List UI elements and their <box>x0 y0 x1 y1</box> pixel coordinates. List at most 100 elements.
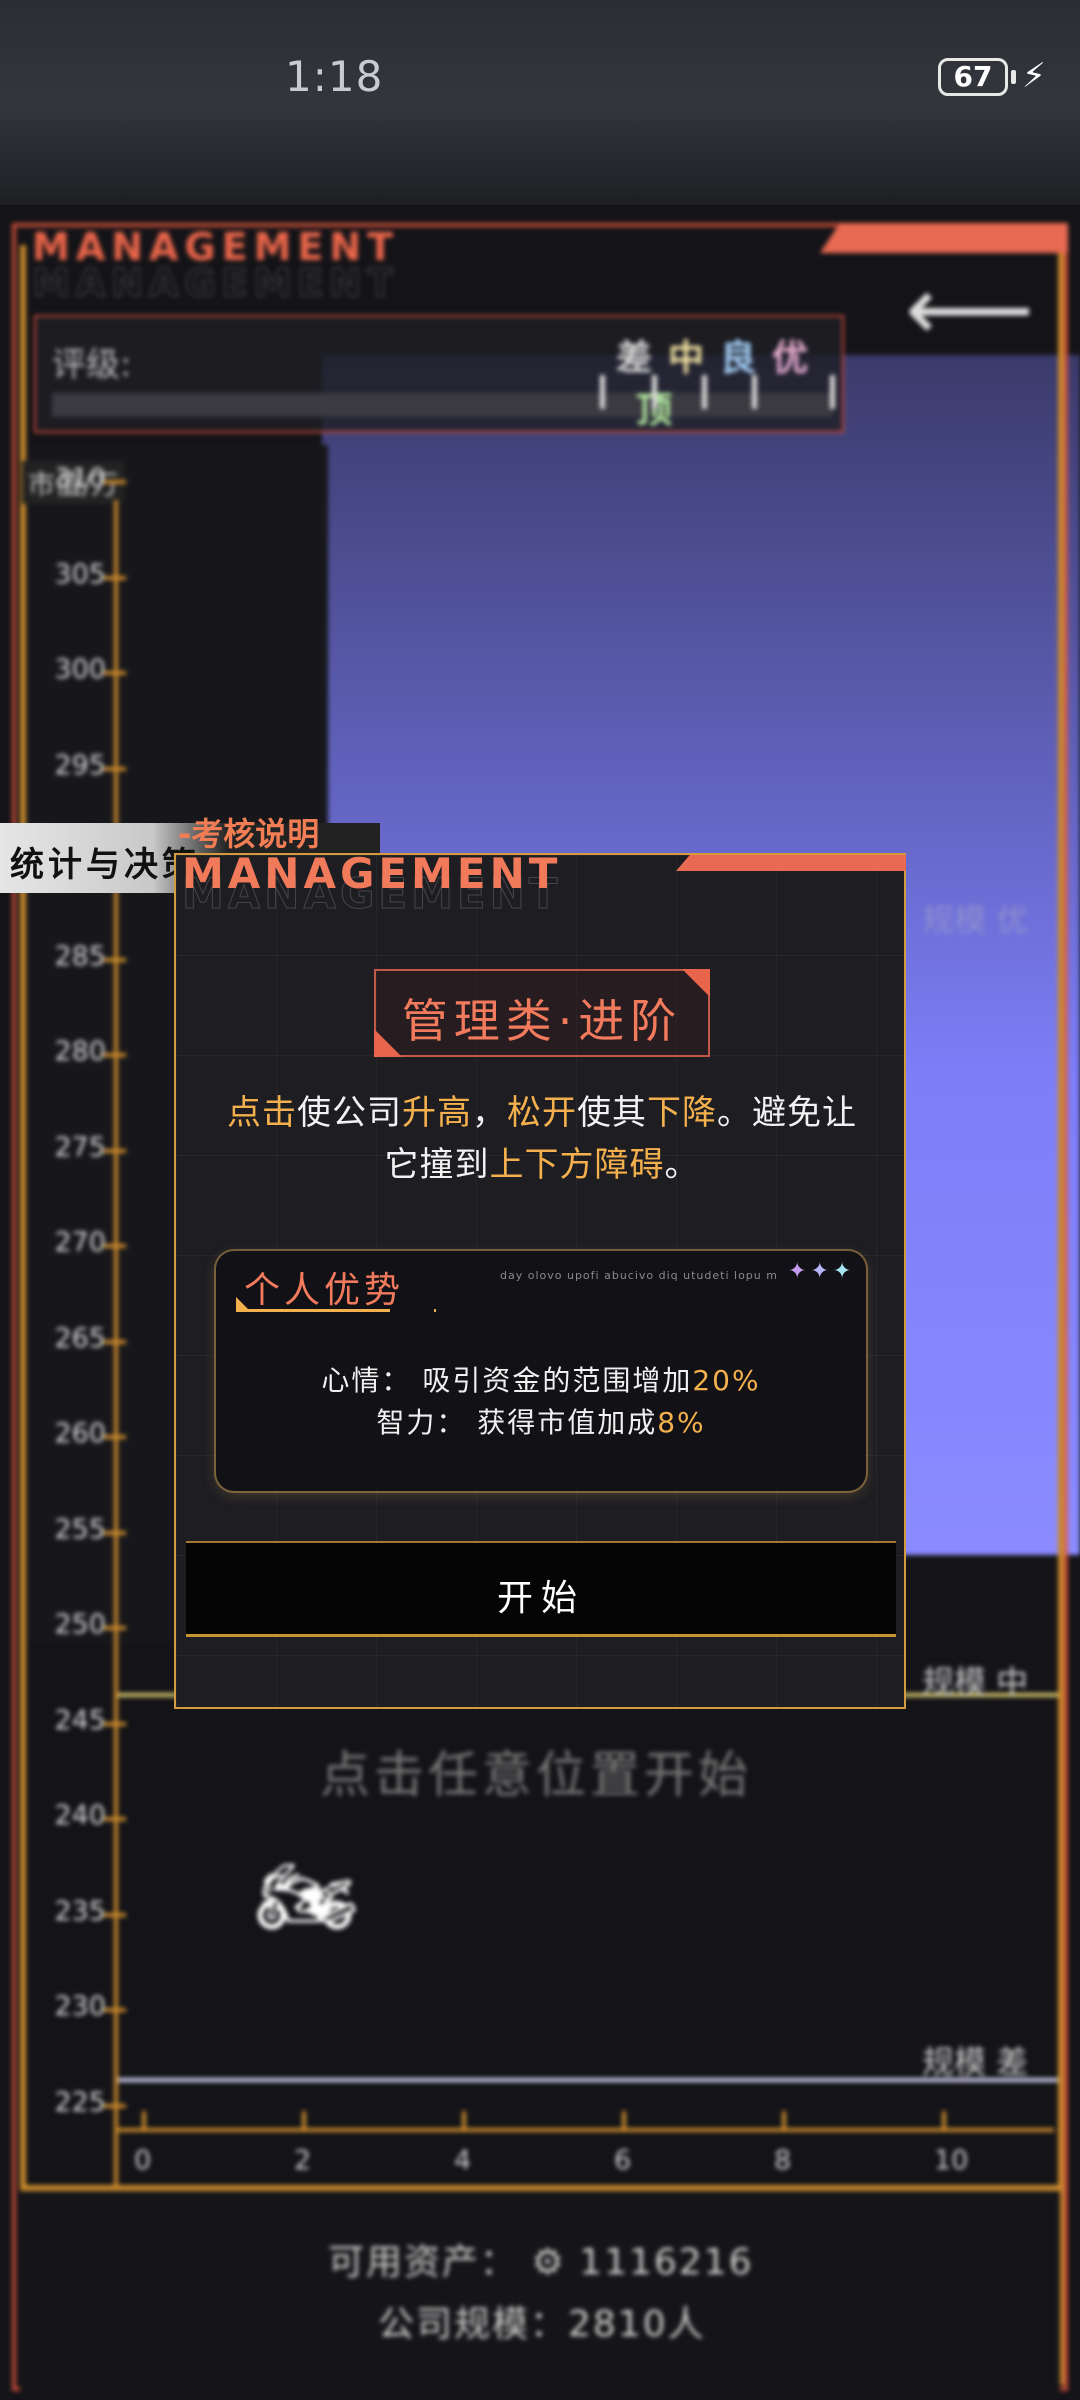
instr-text: 使公司 <box>297 1093 402 1133</box>
header-title-ghost: MANAGEMENT <box>31 261 400 306</box>
y-tick-label: 230 <box>54 1991 106 2022</box>
y-tick-label: 265 <box>54 1322 106 1354</box>
instr-text: 。避免让 <box>717 1093 857 1133</box>
x-tick <box>942 2111 946 2129</box>
dialog-header: MANAGEMENT <box>182 849 562 898</box>
start-button-label: 开始 <box>496 1578 585 1619</box>
y-tick <box>104 766 126 771</box>
y-tick-label: 280 <box>54 1036 106 1067</box>
motorcycle-icon: 🏍 <box>256 1850 358 1943</box>
scale-line-bottom <box>118 2078 1058 2082</box>
rating-tick <box>752 375 757 409</box>
battery-tip <box>1011 70 1016 84</box>
rating-label: 评级: <box>52 345 132 385</box>
rating-tick <box>600 375 605 409</box>
grade-labels: 差中良优顶 <box>616 329 842 433</box>
status-bar: 1:18 67 ⚡ <box>0 0 1080 205</box>
y-tick-label: 250 <box>54 1609 106 1640</box>
available-assets: 可用资产： ⚙ 1116216 <box>328 2242 754 2283</box>
advantage-title: 个人优势 <box>244 1270 405 1311</box>
dialog-accent-strip <box>676 855 906 871</box>
y-tick <box>104 1148 126 1153</box>
advantage-underline-gap <box>390 1309 434 1312</box>
y-tick <box>104 575 126 580</box>
y-tick <box>104 2103 126 2108</box>
y-tick-label: 245 <box>54 1704 106 1736</box>
rating-panel: 评级: 差中良优顶 <box>34 315 844 433</box>
x-tick <box>782 2111 786 2129</box>
battery-icon: 67 <box>938 58 1008 96</box>
x-tick-label: 10 <box>934 2145 969 2176</box>
status-time: 1:18 <box>285 52 384 101</box>
instr-text: ， <box>472 1093 507 1133</box>
rating-tick <box>702 375 707 409</box>
y-tick-label: 275 <box>54 1131 106 1163</box>
y-tick <box>104 1530 126 1535</box>
dialog-title-box: 管理类·进阶 <box>374 969 710 1057</box>
instr-obstacles: 上下方障碍 <box>489 1145 665 1185</box>
dialog-instructions: 点击使公司升高，松开使其下降。避免让 它撞到上下方障碍。 <box>196 1087 888 1191</box>
y-tick-label: 295 <box>54 749 106 781</box>
advantage-mood: 心情： 吸引资金的范围增加20% <box>216 1359 866 1399</box>
y-tick-label: 240 <box>54 1800 106 1831</box>
instr-click: 点击 <box>227 1093 297 1133</box>
rating-tick <box>652 375 657 409</box>
mood-text: 心情： 吸引资金的范围增加 <box>321 1364 693 1397</box>
header-accent-bar <box>820 223 1068 253</box>
rating-tick <box>830 375 835 409</box>
instr-release: 松开 <box>507 1093 577 1133</box>
x-tick-label: 8 <box>774 2145 792 2176</box>
sparkle-icon: ✦✦✦ <box>788 1259 856 1284</box>
y-tick <box>104 1435 126 1439</box>
instr-rise: 升高 <box>402 1093 472 1133</box>
scale-label-bottom: 规模 差 <box>922 2043 1029 2081</box>
scale-label-top: 规模 优 <box>922 901 1029 939</box>
stats-tab-label: 统计与决策 <box>10 845 200 885</box>
y-tick <box>104 957 126 962</box>
start-button[interactable]: 开始 <box>186 1541 896 1637</box>
x-tick <box>302 2111 306 2129</box>
y-tick <box>104 1912 126 1917</box>
y-tick-label: 300 <box>54 654 106 685</box>
x-tick <box>462 2111 466 2129</box>
advantage-intellect: 智力： 获得市值加成8% <box>216 1401 866 1441</box>
charging-icon: ⚡ <box>1022 56 1046 96</box>
personal-advantage-panel: 个人优势 day olovo upofi abucivo diq utudeti… <box>216 1251 866 1491</box>
y-tick-label: 260 <box>54 1418 106 1449</box>
y-tick <box>104 2008 126 2012</box>
y-tick-label: 285 <box>54 940 106 972</box>
instr-text: 它撞到 <box>384 1145 490 1185</box>
grade-mid: 中 <box>668 338 719 379</box>
dialog-title: 管理类·进阶 <box>401 994 683 1048</box>
y-tick <box>104 1339 126 1344</box>
back-arrow-icon[interactable]: ⟵ <box>905 265 1035 355</box>
grade-good: 良 <box>720 338 771 379</box>
x-tick <box>142 2111 146 2129</box>
y-axis <box>114 500 118 2190</box>
x-tick-label: 2 <box>294 2145 312 2176</box>
intellect-text: 智力： 获得市值加成 <box>376 1406 658 1439</box>
mood-value: 20% <box>692 1364 761 1397</box>
company-size: 公司规模：2810人 <box>378 2304 706 2345</box>
y-tick <box>104 1626 126 1630</box>
advantage-decor-text: day olovo upofi abucivo diq utudeti lopu… <box>500 1269 778 1282</box>
intro-dialog: MANAGEMENT MANAGEMENT 管理类·进阶 点击使公司升高，松开使… <box>174 849 906 1709</box>
y-tick <box>104 1053 126 1057</box>
y-tick-label: 255 <box>54 1513 106 1545</box>
y-tick <box>104 480 126 484</box>
y-tick-label: 305 <box>54 558 106 590</box>
instr-text: 使其 <box>577 1093 647 1133</box>
y-tick <box>104 1721 126 1726</box>
x-tick <box>622 2111 626 2129</box>
y-tick-label: 310 <box>54 463 106 494</box>
instr-text: 。 <box>664 1145 700 1185</box>
grade-poor: 差 <box>616 338 667 379</box>
x-tick-label: 0 <box>134 2145 152 2176</box>
x-tick-label: 4 <box>454 2145 472 2176</box>
x-tick-label: 6 <box>614 2145 632 2176</box>
grade-top: 顶 <box>636 390 687 431</box>
y-tick-label: 235 <box>54 1895 106 1927</box>
bottom-info-panel <box>20 2185 1060 2395</box>
scale-label-mid: 规模 中 <box>922 1663 1029 1701</box>
x-axis <box>114 2128 1054 2132</box>
